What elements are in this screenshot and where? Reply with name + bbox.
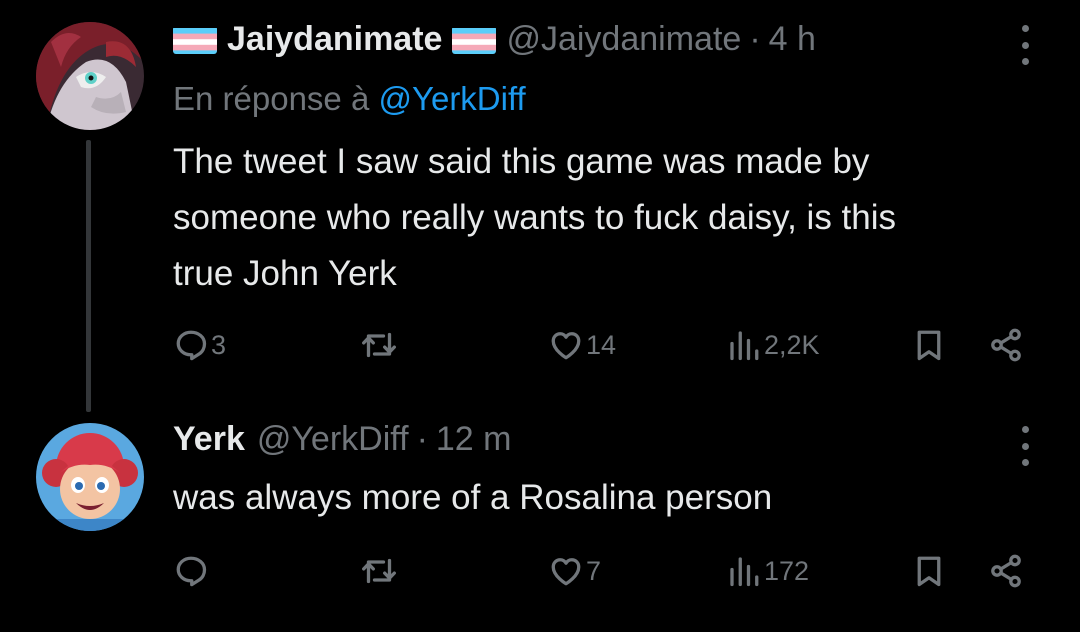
handle[interactable]: @Jaiydanimate <box>506 20 741 59</box>
like-button[interactable]: 14 <box>548 327 616 363</box>
reply-to-link[interactable]: @YerkDiff <box>378 80 525 117</box>
tweet-jaiydanimate[interactable]: Jaiydanimate @Jaiydanimate · 4 h En répo… <box>0 0 1080 412</box>
views-icon <box>730 557 759 587</box>
more-icon[interactable] <box>1008 25 1042 65</box>
reply-button[interactable]: 3 <box>173 327 226 363</box>
tweet-text: The tweet I saw said this game was made … <box>173 134 896 302</box>
bookmark-icon <box>917 330 941 361</box>
reply-context: En réponse à @YerkDiff <box>173 80 526 118</box>
views-button[interactable]: 172 <box>726 553 809 589</box>
share-button[interactable] <box>988 327 1024 363</box>
reply-icon <box>176 330 207 361</box>
avatar-jaiydanimate[interactable] <box>36 22 144 130</box>
retweet-icon <box>362 332 396 358</box>
timestamp[interactable]: 12 m <box>436 420 512 459</box>
bookmark-button[interactable] <box>911 553 947 589</box>
tweet-text: was always more of a Rosalina person <box>173 470 772 526</box>
thread-line <box>86 140 91 412</box>
share-button[interactable] <box>988 553 1024 589</box>
retweet-button[interactable] <box>361 553 397 589</box>
display-name[interactable]: Jaiydanimate <box>227 20 442 59</box>
trans-flag-icon <box>173 26 217 54</box>
tweet-header: Yerk @YerkDiff · 12 m <box>173 420 511 459</box>
share-icon <box>991 554 1021 588</box>
bookmark-icon <box>917 556 941 587</box>
like-button[interactable]: 7 <box>548 553 601 589</box>
views-count: 172 <box>764 555 810 586</box>
tweet-text-line: someone who really wants to fuck daisy, … <box>173 198 897 237</box>
reply-button[interactable] <box>173 553 211 589</box>
more-icon[interactable] <box>1008 426 1042 466</box>
display-name[interactable]: Yerk <box>173 420 245 459</box>
heart-icon <box>551 332 581 360</box>
reply-count: 3 <box>211 329 227 360</box>
like-count: 7 <box>586 555 602 586</box>
trans-flag-icon <box>452 26 497 54</box>
views-count: 2,2K <box>764 329 820 360</box>
views-icon <box>730 331 759 361</box>
share-icon <box>991 328 1021 362</box>
reply-icon <box>176 556 207 587</box>
like-count: 14 <box>586 329 617 360</box>
tweet-text-line: true John Yerk <box>173 254 397 293</box>
retweet-button[interactable] <box>361 327 397 363</box>
tweet-header: Jaiydanimate @Jaiydanimate · 4 h <box>173 20 816 59</box>
heart-icon <box>551 558 581 586</box>
views-button[interactable]: 2,2K <box>726 327 820 363</box>
action-bar: 3 14 2,2K <box>0 327 1080 367</box>
tweet-text-line: was always more of a Rosalina person <box>173 478 773 517</box>
avatar-yerk[interactable] <box>36 423 144 531</box>
tweet-yerk[interactable]: Yerk @YerkDiff · 12 m was always more of… <box>0 410 1080 632</box>
separator-dot: · <box>749 20 761 58</box>
action-bar: 7 172 <box>0 553 1080 593</box>
handle[interactable]: @YerkDiff <box>257 420 409 459</box>
timestamp[interactable]: 4 h <box>769 20 816 59</box>
separator-dot: · <box>416 420 428 458</box>
tweet-text-line: The tweet I saw said this game was made … <box>173 142 870 181</box>
retweet-icon <box>362 558 396 584</box>
reply-prefix: En réponse à <box>173 80 370 117</box>
bookmark-button[interactable] <box>911 327 947 363</box>
